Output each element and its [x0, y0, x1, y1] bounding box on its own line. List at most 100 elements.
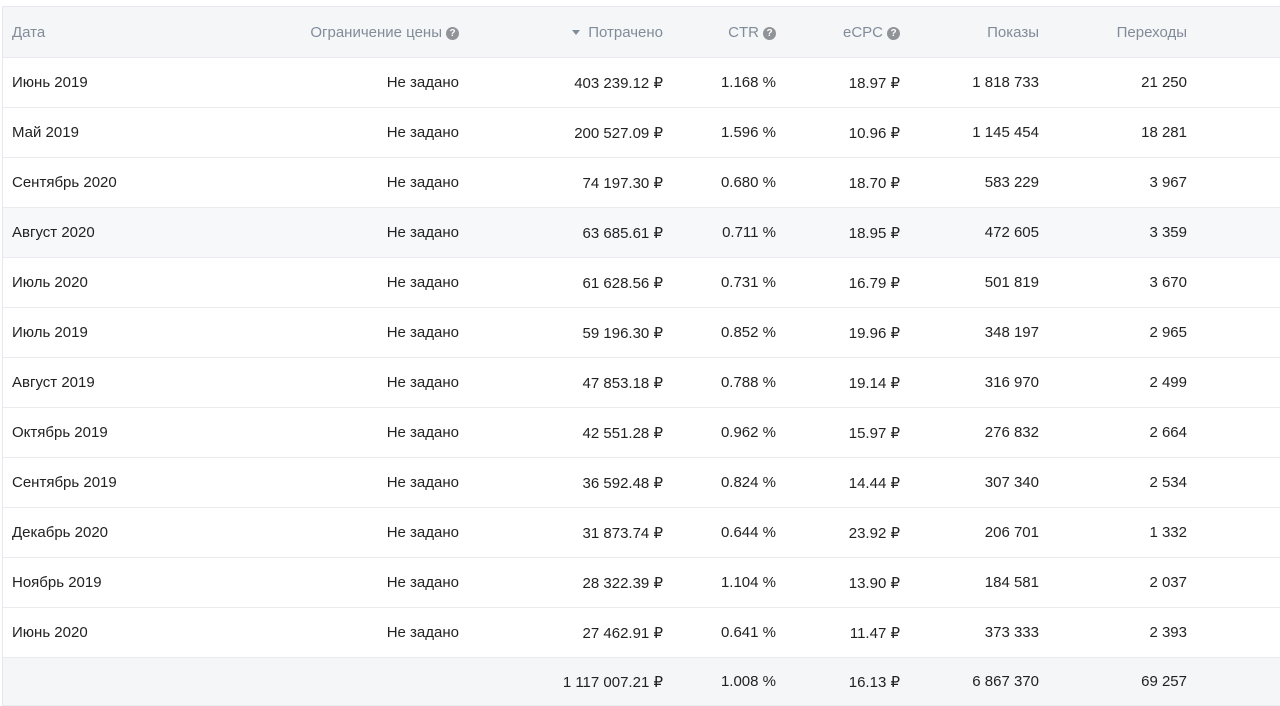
- cell-spent: 31 873.74 ₽: [582, 524, 663, 542]
- cell-spent: 59 196.30 ₽: [582, 324, 663, 342]
- cell-clicks: 3 359: [1149, 224, 1187, 241]
- cell-price-limit: Не задано: [386, 424, 459, 441]
- cell-ctr: 0.824 %: [720, 474, 776, 491]
- cell-impressions: 1 145 454: [972, 124, 1039, 141]
- cell-ecpc: 11.47 ₽: [849, 624, 900, 642]
- cell-impressions: 348 197: [984, 324, 1039, 341]
- total-spent: 1 117 007.21 ₽: [562, 673, 663, 691]
- cell-clicks: 2 664: [1149, 424, 1187, 441]
- header-ecpc-label: eCPC: [842, 23, 883, 41]
- cell-ctr: 0.962 %: [720, 424, 776, 441]
- header-clicks-label: Переходы: [1116, 23, 1187, 41]
- cell-ctr: 0.852 %: [720, 324, 776, 341]
- header-date[interactable]: Дата: [3, 24, 263, 41]
- table-row[interactable]: Сентябрь 2019 Не задано 36 592.48 ₽ 0.824 %…: [3, 458, 1280, 508]
- cell-spent: 63 685.61 ₽: [582, 224, 663, 242]
- table-row[interactable]: Август 2020 Не задано 63 685.61 ₽ 0.711 % 18…: [3, 208, 1280, 258]
- header-impressions-label: Показы: [987, 23, 1039, 41]
- cell-spent: 403 239.12 ₽: [574, 74, 663, 92]
- cell-date: Сентябрь 2020: [12, 174, 117, 191]
- table-row[interactable]: Июль 2020 Не задано 61 628.56 ₽ 0.731 % 16.7…: [3, 258, 1280, 308]
- cell-clicks: 2 534: [1149, 474, 1187, 491]
- cell-spent: 42 551.28 ₽: [582, 424, 663, 442]
- cell-price-limit: Не задано: [386, 624, 459, 641]
- header-date-label: Дата: [12, 23, 46, 41]
- table-row[interactable]: Август 2019 Не задано 47 853.18 ₽ 0.788 % 19…: [3, 358, 1280, 408]
- cell-date: Июль 2020: [12, 274, 88, 291]
- header-price-limit[interactable]: Ограничение цены?: [263, 24, 459, 41]
- cell-ecpc: 18.97 ₽: [848, 74, 900, 92]
- cell-date: Август 2020: [12, 224, 95, 241]
- table-row[interactable]: Декабрь 2020 Не задано 31 873.74 ₽ 0.644 % 2…: [3, 508, 1280, 558]
- cell-clicks: 21 250: [1141, 74, 1187, 91]
- cell-price-limit: Не задано: [386, 524, 459, 541]
- cell-impressions: 373 333: [984, 624, 1039, 641]
- cell-price-limit: Не задано: [386, 124, 459, 141]
- header-impressions[interactable]: Показы: [900, 24, 1039, 41]
- table-row[interactable]: Октябрь 2019 Не задано 42 551.28 ₽ 0.962 % 1…: [3, 408, 1280, 458]
- cell-impressions: 501 819: [984, 274, 1039, 291]
- cell-ctr: 0.731 %: [720, 274, 776, 291]
- cell-date: Ноябрь 2019: [12, 574, 102, 591]
- cell-spent: 28 322.39 ₽: [582, 574, 663, 592]
- cell-ctr: 0.644 %: [720, 524, 776, 541]
- cell-impressions: 184 581: [984, 574, 1039, 591]
- cell-impressions: 1 818 733: [972, 74, 1039, 91]
- cell-price-limit: Не задано: [386, 474, 459, 491]
- cell-spent: 27 462.91 ₽: [582, 624, 663, 642]
- table-row[interactable]: Ноябрь 2019 Не задано 28 322.39 ₽ 1.104 % 13…: [3, 558, 1280, 608]
- cell-ctr: 0.788 %: [720, 374, 776, 391]
- cell-impressions: 316 970: [984, 374, 1039, 391]
- header-ecpc[interactable]: eCPC?: [776, 24, 900, 41]
- cell-ecpc: 18.70 ₽: [848, 174, 900, 192]
- total-ctr: 1.008 %: [720, 673, 776, 690]
- cell-ctr: 0.641 %: [720, 624, 776, 641]
- cell-date: Октябрь 2019: [12, 424, 108, 441]
- table-row[interactable]: Июнь 2019 Не задано 403 239.12 ₽ 1.168 % 18.…: [3, 58, 1280, 108]
- cell-spent: 200 527.09 ₽: [574, 124, 663, 142]
- table-body: Июнь 2019 Не задано 403 239.12 ₽ 1.168 % 18.…: [3, 58, 1280, 658]
- cell-clicks: 18 281: [1141, 124, 1187, 141]
- cell-clicks: 2 499: [1149, 374, 1187, 391]
- cell-ctr: 0.680 %: [720, 174, 776, 191]
- cell-impressions: 472 605: [984, 224, 1039, 241]
- cell-spent: 74 197.30 ₽: [582, 174, 663, 192]
- cell-impressions: 583 229: [984, 174, 1039, 191]
- help-icon[interactable]: ?: [763, 26, 776, 40]
- table-row[interactable]: Июль 2019 Не задано 59 196.30 ₽ 0.852 % 19.9…: [3, 308, 1280, 358]
- cell-date: Июль 2019: [12, 324, 88, 341]
- cell-ecpc: 18.95 ₽: [848, 224, 900, 242]
- cell-ecpc: 19.14 ₽: [848, 374, 900, 392]
- cell-clicks: 3 967: [1149, 174, 1187, 191]
- cell-ecpc: 15.97 ₽: [848, 424, 900, 442]
- cell-impressions: 206 701: [984, 524, 1039, 541]
- cell-spent: 47 853.18 ₽: [582, 374, 663, 392]
- help-icon[interactable]: ?: [887, 26, 900, 40]
- cell-date: Июнь 2019: [12, 74, 88, 91]
- cell-impressions: 276 832: [984, 424, 1039, 441]
- total-ecpc: 16.13 ₽: [848, 673, 900, 691]
- table-row[interactable]: Май 2019 Не задано 200 527.09 ₽ 1.596 % 10.9…: [3, 108, 1280, 158]
- statistics-table: Дата Ограничение цены? Потрачено CTR? eC…: [2, 6, 1280, 706]
- cell-ecpc: 23.92 ₽: [848, 524, 900, 542]
- cell-clicks: 2 037: [1149, 574, 1187, 591]
- header-clicks[interactable]: Переходы: [1039, 24, 1187, 41]
- header-spent[interactable]: Потрачено: [459, 24, 663, 41]
- cell-spent: 61 628.56 ₽: [582, 274, 663, 292]
- header-ctr-label: CTR: [728, 23, 759, 41]
- totals-row: 1 117 007.21 ₽ 1.008 % 16.13 ₽ 6 867 370…: [3, 658, 1280, 706]
- header-price-limit-label: Ограничение цены: [310, 23, 442, 41]
- cell-ecpc: 19.96 ₽: [848, 324, 900, 342]
- header-ctr[interactable]: CTR?: [663, 24, 776, 41]
- header-spent-label: Потрачено: [588, 23, 663, 41]
- cell-date: Декабрь 2020: [12, 524, 109, 541]
- cell-price-limit: Не задано: [386, 374, 459, 391]
- help-icon[interactable]: ?: [446, 26, 459, 40]
- table-header: Дата Ограничение цены? Потрачено CTR? eC…: [3, 7, 1280, 58]
- cell-date: Август 2019: [12, 374, 95, 391]
- total-clicks: 69 257: [1141, 673, 1187, 690]
- cell-ecpc: 10.96 ₽: [848, 124, 900, 142]
- cell-date: Май 2019: [12, 124, 79, 141]
- table-row[interactable]: Сентябрь 2020 Не задано 74 197.30 ₽ 0.680 %…: [3, 158, 1280, 208]
- table-row[interactable]: Июнь 2020 Не задано 27 462.91 ₽ 0.641 % 11.4…: [3, 608, 1280, 658]
